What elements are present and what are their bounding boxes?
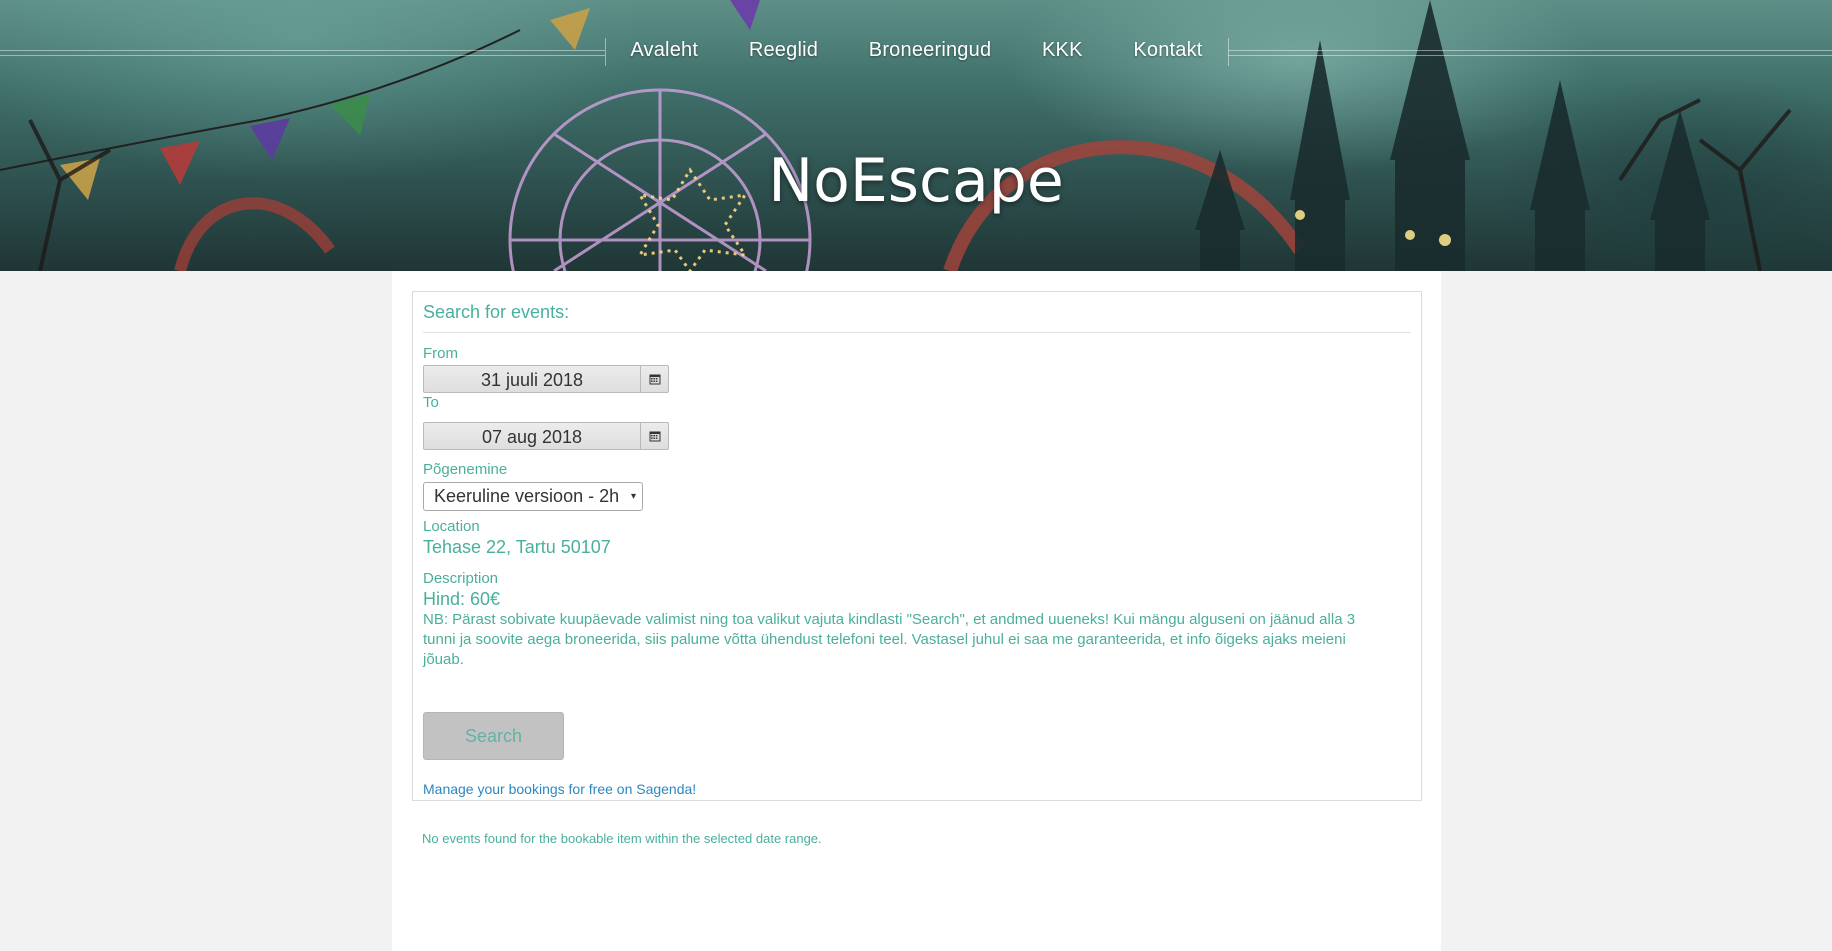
no-events-message: No events found for the bookable item wi…: [422, 831, 822, 846]
description-label: Description: [423, 570, 499, 587]
calendar-icon: [649, 374, 660, 385]
price-value: Hind: 60€: [423, 589, 501, 609]
chevron-down-icon: ▾: [630, 491, 636, 502]
location-value: Tehase 22, Tartu 50107: [423, 537, 611, 557]
nav-item-kkk[interactable]: KKK: [1042, 39, 1083, 62]
nav-divider-left: [0, 50, 605, 56]
location-label: Location: [423, 518, 480, 535]
main-content: Search for events: From 31 juuli 2018 To…: [392, 271, 1441, 951]
sagenda-link[interactable]: Manage your bookings for free on Sagenda…: [423, 781, 696, 797]
castle-silhouette: [1195, 0, 1710, 271]
escape-room-selected: Keeruline versioon - 2h: [434, 486, 620, 506]
escape-room-label: Põgenemine: [423, 461, 508, 478]
to-calendar-button[interactable]: [641, 422, 669, 450]
nav-item-reeglid[interactable]: Reeglid: [749, 39, 818, 62]
nav-separator-right: [1228, 38, 1229, 66]
escape-room-select[interactable]: Keeruline versioon - 2h ▾: [423, 482, 643, 511]
description-note: NB: Pärast sobivate kuupäevade valimist …: [423, 611, 1356, 668]
search-heading: Search for events:: [423, 302, 570, 322]
main-nav: Avaleht Reeglid Broneeringud KKK Kontakt: [605, 34, 1228, 66]
calendar-icon: [649, 431, 660, 442]
nav-item-avaleht[interactable]: Avaleht: [630, 39, 698, 62]
nav-divider-right: [1228, 50, 1832, 56]
to-label: To: [423, 394, 439, 411]
heading-divider: [423, 332, 1411, 333]
nav-item-broneeringud[interactable]: Broneeringud: [869, 39, 992, 62]
nav-item-kontakt[interactable]: Kontakt: [1133, 39, 1202, 62]
search-button[interactable]: Search: [423, 712, 564, 760]
site-title: NoEscape: [768, 146, 1064, 216]
header-banner: Avaleht Reeglid Broneeringud KKK Kontakt…: [0, 0, 1832, 271]
from-label: From: [423, 345, 458, 362]
booking-widget: Search for events: From 31 juuli 2018 To…: [412, 291, 1422, 801]
to-date-input[interactable]: 07 aug 2018: [423, 422, 641, 450]
from-date-input[interactable]: 31 juuli 2018: [423, 365, 641, 393]
from-calendar-button[interactable]: [641, 365, 669, 393]
